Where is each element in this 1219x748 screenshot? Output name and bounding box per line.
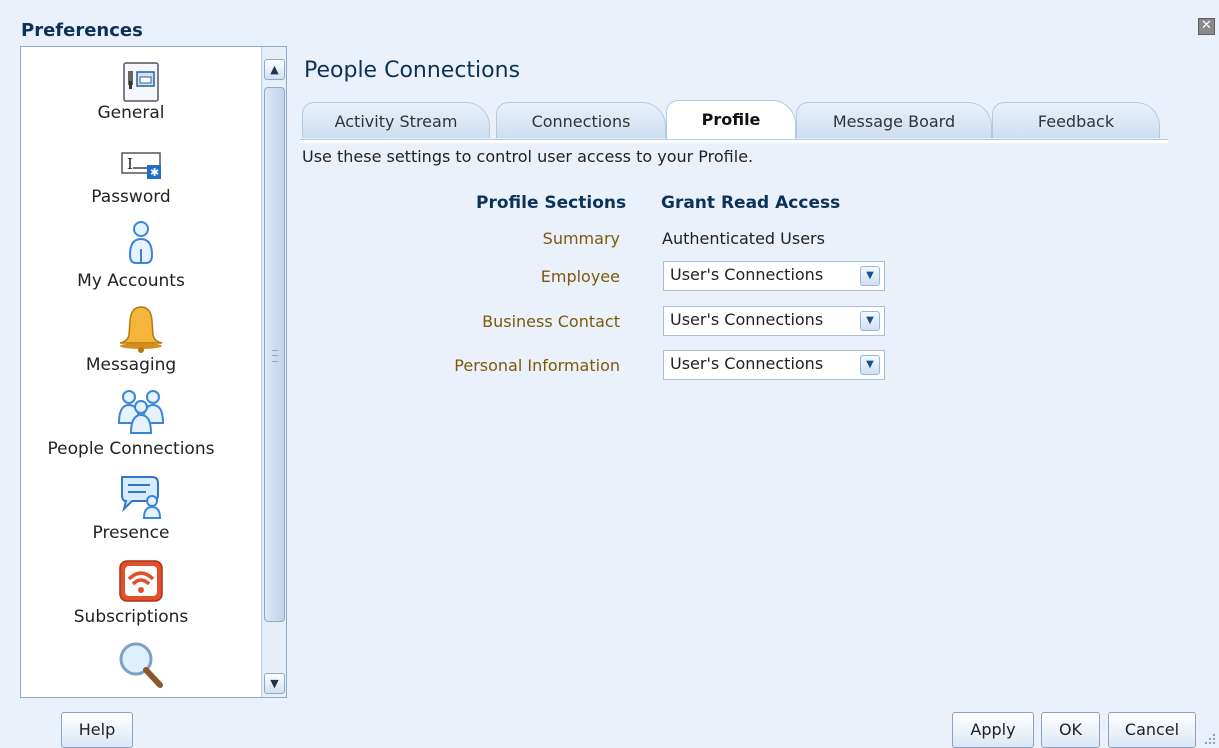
select-value: User's Connections [670, 354, 824, 373]
nav-label: Password [91, 187, 171, 207]
tab-divider [300, 139, 1168, 143]
row-label-summary: Summary [542, 229, 620, 248]
section-title: People Connections [304, 58, 521, 83]
dialog-title: Preferences [21, 20, 143, 41]
nav-label: My Accounts [77, 271, 185, 291]
bell-icon [119, 306, 163, 353]
nav-item-messaging[interactable]: Messaging [21, 299, 261, 383]
nav-item-search[interactable] [21, 635, 261, 697]
cancel-button[interactable]: Cancel [1108, 712, 1196, 748]
column-header-grant-read-access: Grant Read Access [661, 193, 841, 213]
business-contact-access-select[interactable]: User's Connections ▼ [663, 306, 885, 336]
tab-activity-stream[interactable]: Activity Stream [302, 102, 490, 138]
nav-label: General [97, 103, 165, 123]
scrollbar-thumb[interactable] [264, 87, 285, 622]
nav-item-presence[interactable]: Presence [21, 467, 261, 551]
password-field-icon: I ✱ [121, 152, 161, 179]
scroll-up-icon[interactable]: ▲ [264, 59, 285, 80]
close-icon[interactable]: ✕ [1198, 18, 1215, 35]
profile-description: Use these settings to control user acces… [302, 147, 754, 166]
nav-scrollbar[interactable]: ▲ ▼ [261, 47, 286, 697]
help-button[interactable]: Help [61, 712, 133, 748]
resize-grip-icon[interactable] [1203, 732, 1217, 746]
row-label-personal-information: Personal Information [454, 356, 620, 375]
tab-bar: Activity Stream Connections Profile Mess… [300, 100, 1168, 140]
nav-item-subscriptions[interactable]: Subscriptions [21, 551, 261, 635]
user-account-icon [128, 221, 154, 264]
chevron-down-icon[interactable]: ▼ [860, 266, 880, 286]
personal-information-access-select[interactable]: User's Connections ▼ [663, 350, 885, 380]
dialog-titlebar: Preferences ✕ [0, 0, 1219, 46]
chevron-down-icon[interactable]: ▼ [860, 311, 880, 331]
scroll-down-icon[interactable]: ▼ [264, 673, 285, 694]
presence-chat-icon [121, 476, 162, 519]
summary-access-value: Authenticated Users [662, 229, 825, 248]
select-value: User's Connections [670, 265, 824, 284]
svg-text:✱: ✱ [150, 166, 159, 179]
tab-feedback[interactable]: Feedback [992, 102, 1160, 138]
apply-button[interactable]: Apply [952, 712, 1034, 748]
chevron-down-icon[interactable]: ▼ [860, 355, 880, 375]
scrollbar-grip-icon [272, 350, 278, 362]
nav-label: Messaging [85, 355, 177, 375]
column-header-profile-sections: Profile Sections [476, 193, 627, 213]
select-value: User's Connections [670, 310, 824, 329]
row-label-employee: Employee [540, 267, 620, 286]
preferences-nav-panel: General I ✱ Password My Accounts Messagi… [20, 46, 287, 698]
tab-profile[interactable]: Profile [666, 100, 796, 140]
row-label-business-contact: Business Contact [482, 312, 620, 331]
nav-label: Presence [92, 523, 170, 543]
nav-item-general[interactable]: General [21, 47, 261, 131]
nav-item-my-accounts[interactable]: My Accounts [21, 215, 261, 299]
people-group-icon [117, 390, 165, 434]
nav-item-password[interactable]: I ✱ Password [21, 131, 261, 215]
employee-access-select[interactable]: User's Connections ▼ [663, 261, 885, 291]
svg-text:I: I [127, 155, 133, 173]
tab-connections[interactable]: Connections [496, 102, 666, 138]
nav-item-people-connections[interactable]: People Connections [21, 383, 261, 467]
ok-button[interactable]: OK [1041, 712, 1100, 748]
rss-feed-icon [119, 560, 163, 602]
tab-message-board[interactable]: Message Board [796, 102, 992, 138]
nav-label: Subscriptions [73, 607, 189, 627]
nav-label: People Connections [47, 439, 215, 459]
search-magnifier-icon [119, 642, 163, 688]
general-settings-icon [123, 62, 159, 102]
